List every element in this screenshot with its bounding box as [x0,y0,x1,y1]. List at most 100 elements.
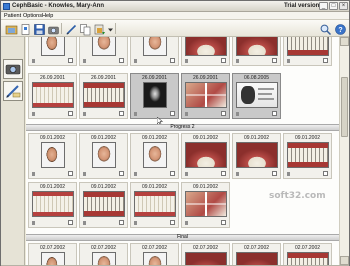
image-tile[interactable]: 26.09.2001 [28,73,77,119]
maximize-button[interactable]: □ [329,2,338,10]
vertical-scrollbar[interactable] [339,37,349,265]
select-checkbox[interactable] [170,111,175,116]
select-checkbox[interactable] [170,58,175,63]
save-button[interactable] [32,22,45,35]
copy-icon [80,24,91,36]
select-checkbox[interactable] [272,58,277,63]
menu-help[interactable]: Help [42,13,53,19]
select-checkbox[interactable] [68,58,73,63]
intraoral-photo [32,191,74,217]
image-tile[interactable] [232,37,281,66]
patient-photo [143,37,167,56]
copy-button[interactable] [78,22,91,36]
file-icon [185,112,188,116]
minimize-button[interactable]: _ [319,2,328,10]
close-button[interactable]: × [339,2,348,10]
intraoral-photo [83,82,125,108]
image-tile[interactable] [181,37,230,66]
image-tile[interactable]: 02.07.2002 [130,243,179,265]
select-checkbox[interactable] [221,58,226,63]
image-tile[interactable]: 09.01.2002 [130,182,179,228]
select-checkbox[interactable] [272,111,277,116]
select-checkbox[interactable] [68,220,73,225]
image-date: 02.07.2002 [39,245,66,251]
image-tile[interactable]: 09.01.2002 [79,133,128,179]
search-button[interactable] [318,22,332,36]
image-tile[interactable]: 09.01.2002 [130,133,179,179]
image-tile[interactable]: 02.07.2002 [232,243,281,265]
image-tile[interactable]: 02.07.2002 [283,243,332,265]
intraoral-photo [236,252,278,265]
edit-button[interactable] [64,22,77,35]
patient-photo [41,37,65,56]
title-bar[interactable]: CephBasic - Knowles, Mary-Ann Trial vers… [1,1,349,12]
section-header-progress-2[interactable]: Progress 2 [26,124,339,131]
image-tile[interactable]: 09.01.2002 [283,133,332,179]
cephalometric-xray [143,82,167,108]
patient-photo [41,142,65,168]
image-tile[interactable]: 09.01.2002 [28,182,77,228]
image-tile[interactable]: 09.01.2002 [181,133,230,179]
section-header-final[interactable]: Final [26,234,339,241]
select-checkbox[interactable] [68,171,73,176]
image-tile[interactable] [283,37,332,66]
window-title: CephBasic - Knowles, Mary-Ann [12,3,105,9]
trace-tool-button[interactable] [3,81,23,101]
scroll-down-button[interactable] [340,256,349,265]
help-button[interactable]: ? [333,22,346,35]
select-checkbox[interactable] [221,171,226,176]
select-checkbox[interactable] [272,171,277,176]
image-date: 26.09.2001 [90,75,117,81]
menu-options[interactable]: Options [23,13,42,19]
image-tile[interactable]: 09.01.2002 [232,133,281,179]
image-date: 06.08.2005 [243,75,270,81]
scroll-thumb[interactable] [341,77,348,137]
pencil-ruler-icon [6,85,21,98]
image-tile[interactable]: 26.09.2001 [79,73,128,119]
select-checkbox[interactable] [119,220,124,225]
select-checkbox[interactable] [323,58,328,63]
image-tile[interactable]: 02.07.2002 [181,243,230,265]
scroll-up-button[interactable] [340,37,349,46]
select-checkbox[interactable] [119,58,124,63]
photo-collage [185,191,227,217]
file-icon [32,172,35,176]
import-image-button[interactable] [92,22,105,35]
select-checkbox[interactable] [170,220,175,225]
image-tile[interactable]: 09.01.2002 [79,182,128,228]
camera-button[interactable] [46,22,59,35]
intraoral-photo [236,142,278,168]
patient-photo [92,142,116,168]
capture-tool-button[interactable] [3,59,23,79]
select-checkbox[interactable] [68,111,73,116]
file-icon [83,112,86,116]
new-button[interactable] [18,22,31,35]
open-patient-button[interactable] [4,22,18,35]
image-date: 02.07.2002 [90,245,117,251]
image-tile-selected[interactable]: 26.09.2001 [130,73,179,119]
image-tile[interactable] [79,37,128,66]
image-tile-selected[interactable]: 26.09.2001 [181,73,230,119]
select-checkbox[interactable] [170,171,175,176]
file-icon [236,172,239,176]
image-tile-selected[interactable]: 06.08.2005 [232,73,281,119]
intraoral-photo [83,191,125,217]
image-tile[interactable]: 02.07.2002 [79,243,128,265]
select-checkbox[interactable] [221,111,226,116]
patient-folder-icon [5,25,18,35]
file-icon [236,59,239,63]
select-checkbox[interactable] [119,171,124,176]
image-tile[interactable]: 09.01.2002 [181,182,230,228]
select-checkbox[interactable] [119,111,124,116]
menu-patient[interactable]: Patient [4,13,21,19]
file-icon [32,221,35,225]
image-tile[interactable]: 02.07.2002 [28,243,77,265]
image-tile[interactable] [28,37,77,66]
select-checkbox[interactable] [221,220,226,225]
intraoral-photo [185,37,227,56]
pen-icon [66,24,77,35]
select-checkbox[interactable] [323,171,328,176]
image-tile[interactable]: 09.01.2002 [28,133,77,179]
dropdown-arrow-button[interactable] [106,22,113,35]
image-tile[interactable] [130,37,179,66]
